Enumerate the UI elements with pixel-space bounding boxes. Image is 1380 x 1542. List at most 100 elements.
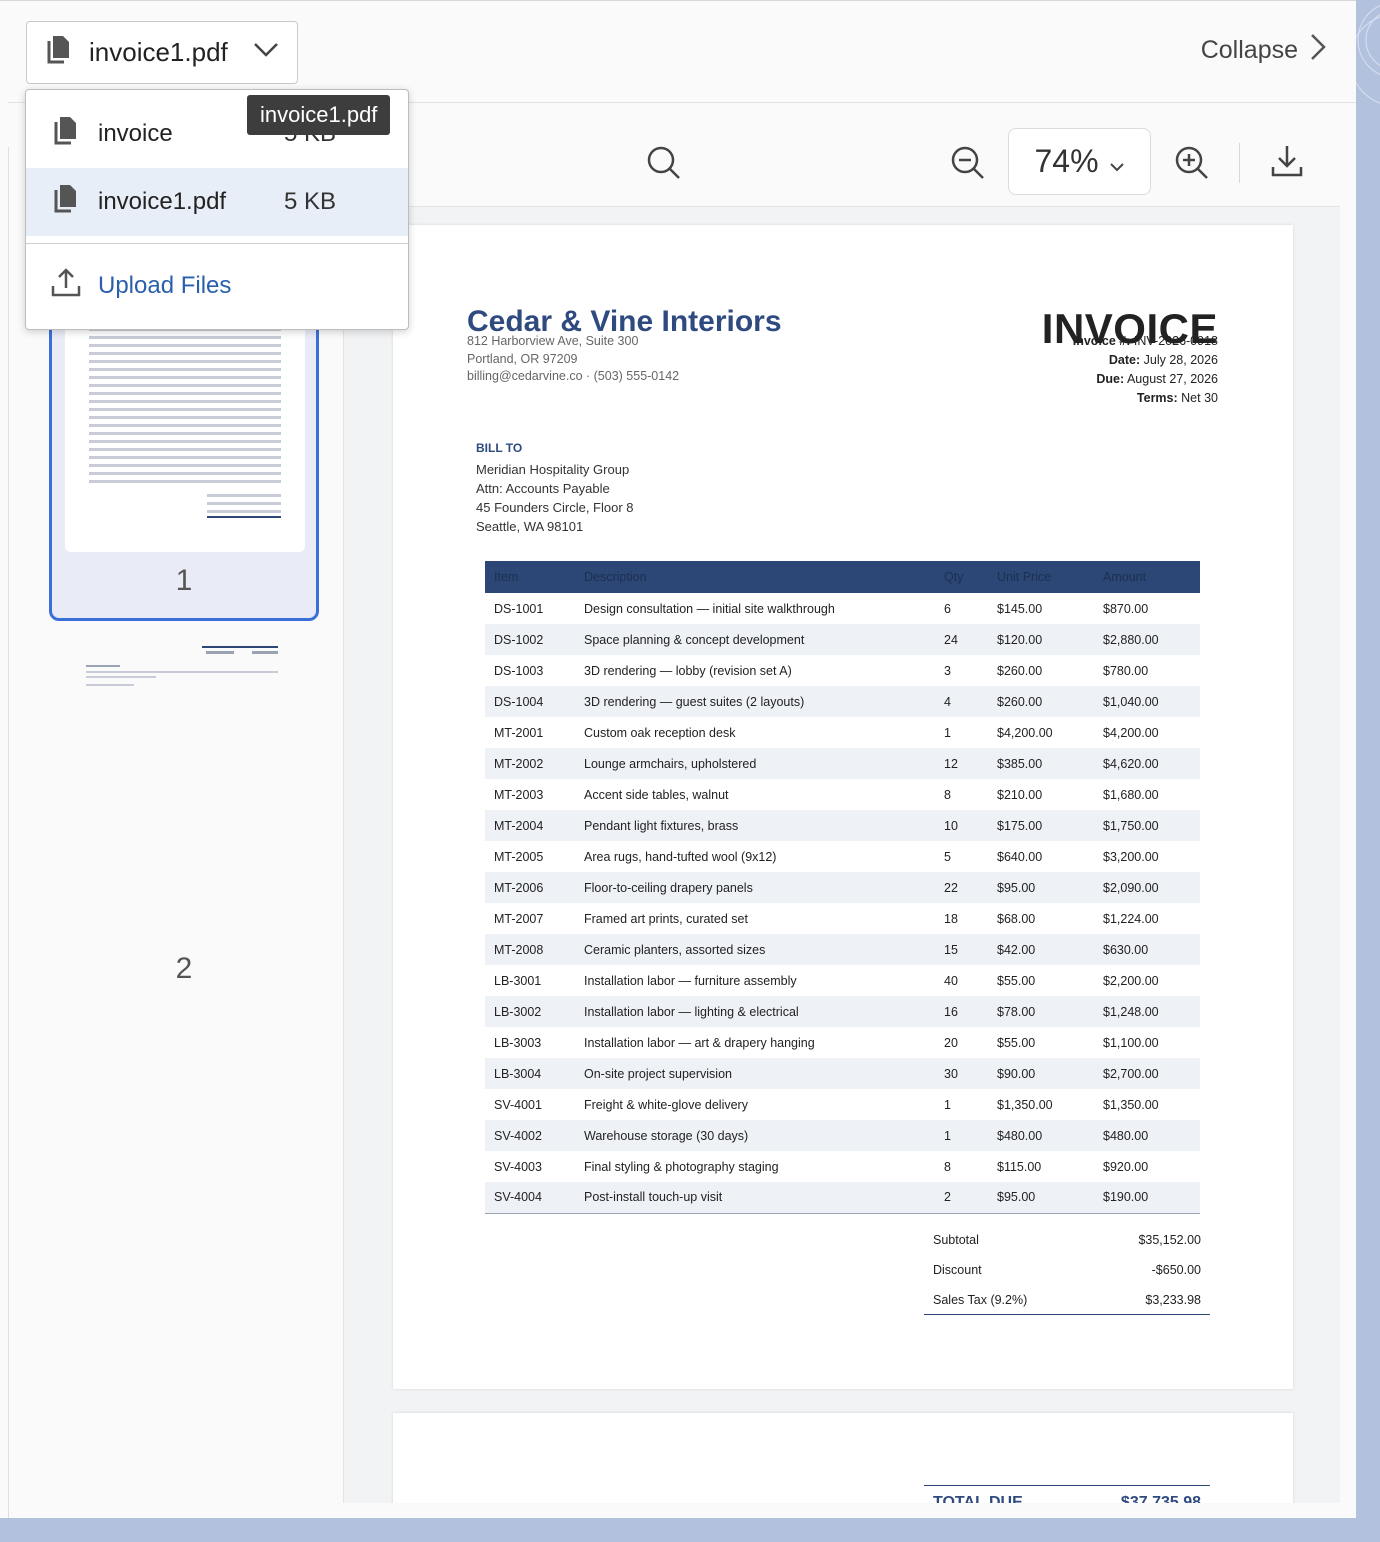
cell-amount: $2,200.00	[1103, 973, 1159, 988]
total-due-label: TOTAL DUE	[933, 1494, 1023, 1503]
document-viewer[interactable]: Cedar & Vine Interiors 812 Harborview Av…	[344, 207, 1340, 1503]
cell-amount: $920.00	[1103, 1159, 1149, 1174]
download-icon[interactable]	[1269, 143, 1305, 184]
zoom-out-icon[interactable]	[950, 145, 986, 186]
collapse-button[interactable]: Collapse	[1201, 33, 1326, 68]
cell-description: Area rugs, hand-tufted wool (9x12)	[584, 849, 777, 864]
column-header-qty: Qty	[935, 561, 988, 593]
cell-description: Custom oak reception desk	[584, 725, 736, 740]
invoice-date: Date: July 28, 2026	[1109, 353, 1218, 367]
cell-unit-price: $260.00	[997, 663, 1043, 678]
selected-file-name: invoice1.pdf	[89, 37, 228, 67]
cell-qty: 24	[935, 624, 988, 655]
thumbnail-page-2[interactable]: 2	[49, 638, 319, 998]
cell-description: 3D rendering — lobby (revision set A)	[584, 663, 792, 678]
pdf-page-2: TOTAL DUE $37,735.98	[393, 1413, 1293, 1503]
table-row: SV-4004 Post-install touch-up visit 2 $95.0…	[485, 1182, 1200, 1214]
cell-description: Installation labor — lighting & electric…	[575, 996, 935, 1027]
cell-description: 3D rendering — guest suites (2 layouts)	[575, 686, 935, 717]
table-header-row: Item Description Qty Unit Price Amount	[485, 561, 1200, 593]
zoom-level-select[interactable]: 74%	[1008, 128, 1151, 195]
invoice-due-value: August 27, 2026	[1126, 372, 1218, 386]
cell-qty: 16	[935, 996, 988, 1027]
invoice-terms-value: Net 30	[1181, 391, 1218, 405]
cell-qty: 5	[944, 849, 951, 864]
zoom-in-icon[interactable]	[1174, 145, 1210, 186]
top-bar: invoice1.pdf Collapse	[8, 1, 1356, 103]
file-menu-item-name: invoice1.pdf	[98, 188, 227, 215]
cell-unit-price: $55.00	[997, 973, 1036, 988]
bill-to-line: Meridian Hospitality Group	[476, 462, 630, 477]
thumbnail-page-2-preview	[62, 638, 302, 698]
toolbar-divider	[1239, 143, 1240, 183]
upload-files-label: Upload Files	[98, 271, 232, 299]
zoom-level-value: 74%	[1034, 143, 1099, 179]
cell-item: MT-2005	[494, 849, 544, 864]
cell-unit-price: $4,200.00	[997, 725, 1053, 740]
invoice-date-value: July 28, 2026	[1143, 353, 1218, 367]
cell-amount: $2,090.00	[1094, 872, 1200, 903]
cell-item: SV-4004	[485, 1182, 575, 1214]
cell-qty: 22	[935, 872, 988, 903]
company-contact: billing@cedarvine.co · (503) 555-0142	[467, 369, 680, 383]
cell-item: LB-3001	[494, 973, 542, 988]
cell-amount: $1,224.00	[1103, 911, 1159, 926]
cell-item: MT-2003	[494, 787, 544, 802]
cell-amount: $870.00	[1103, 601, 1149, 616]
cell-amount: $1,750.00	[1094, 810, 1200, 841]
cell-qty: 8	[944, 787, 951, 802]
table-row: DS-1002 Space planning & concept developm…	[485, 624, 1200, 655]
cell-unit-price: $175.00	[988, 810, 1094, 841]
bottom-background-strip	[0, 1518, 1380, 1542]
cell-unit-price: $210.00	[997, 787, 1043, 802]
cell-unit-price: $68.00	[997, 911, 1036, 926]
viewer-toolbar: 74%	[344, 103, 1340, 207]
cell-qty: 2	[935, 1182, 988, 1214]
cell-qty: 3	[944, 663, 951, 678]
thumbnail-page-number: 2	[175, 952, 193, 985]
cell-description: Space planning & concept development	[575, 624, 935, 655]
totals-value: $35,152.00	[1138, 1233, 1201, 1247]
table-row: MT-2005 Area rugs, hand-tufted wool (9x12…	[485, 841, 1200, 872]
menu-divider	[26, 243, 408, 244]
total-due-value: $37,735.98	[1120, 1494, 1201, 1503]
thumbnail-page-number: 1	[175, 564, 193, 597]
file-icon	[52, 115, 80, 154]
bill-to-line: 45 Founders Circle, Floor 8	[476, 500, 634, 515]
table-row: LB-3002 Installation labor — lighting & e…	[485, 996, 1200, 1027]
cell-unit-price: $385.00	[988, 748, 1094, 779]
cell-qty: 12	[935, 748, 988, 779]
table-row: MT-2004 Pendant light fixtures, brass 10 $1…	[485, 810, 1200, 841]
invoice-due-label: Due:	[1096, 372, 1125, 386]
cell-qty: 6	[944, 601, 951, 616]
totals-label: Discount	[933, 1263, 982, 1277]
upload-files-button[interactable]: Upload Files	[50, 266, 231, 305]
company-address-line2: Portland, OR 97209	[467, 352, 578, 366]
line-items-body: DS-1001 Design consultation — initial sit…	[485, 593, 1200, 1214]
column-header-description: Description	[575, 561, 935, 593]
cell-unit-price: $78.00	[988, 996, 1094, 1027]
cell-description: Post-install touch-up visit	[575, 1182, 935, 1214]
table-row: DS-1001 Design consultation — initial sit…	[485, 593, 1200, 624]
cell-qty: 20	[944, 1035, 958, 1050]
file-menu-item-invoice1-pdf[interactable]: invoice1.pdf 5 KB	[26, 168, 408, 236]
cell-qty: 30	[935, 1058, 988, 1089]
table-row: MT-2007 Framed art prints, curated set 18 $…	[485, 903, 1200, 934]
table-row: SV-4001 Freight & white-glove delivery 1 $1…	[485, 1089, 1200, 1120]
cell-description: Ceramic planters, assorted sizes	[575, 934, 935, 965]
cell-description: Framed art prints, curated set	[584, 911, 748, 926]
cell-unit-price: $95.00	[988, 872, 1094, 903]
table-row: LB-3003 Installation labor — art & draper…	[485, 1027, 1200, 1058]
cell-description: Design consultation — initial site walkt…	[584, 601, 835, 616]
search-icon[interactable]	[646, 145, 682, 186]
cell-description: Installation labor — furniture assembly	[584, 973, 797, 988]
invoice-number-label: Invoice #:	[1072, 334, 1131, 348]
cell-qty: 4	[935, 686, 988, 717]
file-name-tooltip: invoice1.pdf	[247, 95, 391, 135]
totals-label: Subtotal	[933, 1233, 979, 1247]
cell-description: Freight & white-glove delivery	[584, 1097, 748, 1112]
cell-qty: 1	[944, 1097, 951, 1112]
company-address-line1: 812 Harborview Ave, Suite 300	[467, 334, 639, 348]
totals-value: $3,233.98	[1145, 1292, 1201, 1307]
file-selector[interactable]: invoice1.pdf	[26, 21, 298, 84]
